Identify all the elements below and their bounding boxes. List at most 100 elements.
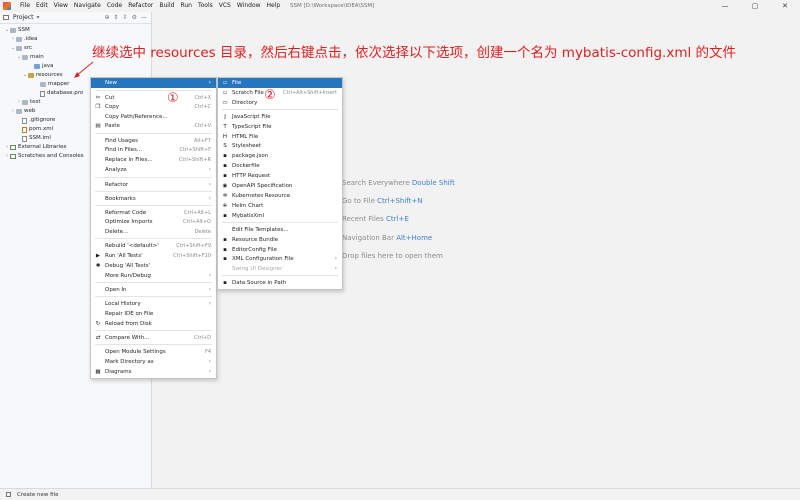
tool-windows-icon[interactable]: [6, 492, 11, 497]
menu-item-typescript-file[interactable]: T TypeScript File: [218, 122, 342, 132]
menu-bar: File Edit View Navigate Code Refactor Build Run…: [0, 0, 800, 12]
menu-build[interactable]: Build: [156, 0, 177, 12]
menu-separator: [95, 296, 212, 297]
menu-item-compare-with[interactable]: ⇄ Compare With... Ctrl+D: [91, 333, 216, 343]
menu-item-edit-file-templates[interactable]: Edit File Templates...: [218, 225, 342, 235]
chevron-down-icon[interactable]: ▾: [37, 14, 40, 21]
menu-help[interactable]: Help: [264, 0, 284, 12]
menu-item-mybatisxml[interactable]: ▪ MybatisXml: [218, 211, 342, 221]
tree-item-web[interactable]: › web: [10, 107, 35, 116]
tree-item-idea[interactable]: › .idea: [10, 35, 38, 44]
locate-icon[interactable]: ⊕: [105, 14, 110, 21]
gear-icon[interactable]: ⚙: [132, 14, 137, 21]
typescript-file-icon: T: [223, 124, 227, 130]
menu-item-replace-in-files[interactable]: Replace in Files... Ctrl+Shift+R: [91, 155, 216, 165]
menu-item-diagrams[interactable]: ▦ Diagrams ›: [91, 367, 216, 377]
maximize-button[interactable]: ▢: [740, 0, 770, 12]
menu-item-resource-bundle[interactable]: ▪ Resource Bundle: [218, 235, 342, 245]
menu-item-mark-directory-as[interactable]: Mark Directory as ›: [91, 357, 216, 367]
menu-item-paste[interactable]: ▤ Paste Ctrl+V: [91, 121, 216, 131]
menu-item-open-in[interactable]: Open In ›: [91, 285, 216, 295]
menu-vcs[interactable]: VCS: [216, 0, 234, 12]
menu-item-delete[interactable]: Delete... Delete: [91, 227, 216, 237]
menu-item-data-source-in-path[interactable]: ▪ Data Source in Path: [218, 278, 342, 288]
tree-item-java[interactable]: java: [28, 62, 54, 71]
tree-item-scratches-and-consoles[interactable]: › Scratches and Consoles: [4, 152, 84, 161]
menu-edit[interactable]: Edit: [33, 0, 51, 12]
menu-item-label: Resource Bundle: [232, 237, 279, 243]
tree-item-resources[interactable]: ⌄ resources: [22, 71, 63, 80]
menu-item-more-run-debug[interactable]: More Run/Debug ›: [91, 271, 216, 281]
menu-item-openapi-specification[interactable]: ◉ OpenAPI Specification: [218, 181, 342, 191]
menu-item-reload-from-disk[interactable]: ↻ Reload from Disk: [91, 319, 216, 329]
menu-item-label: Reload from Disk: [105, 321, 152, 327]
menu-refactor[interactable]: Refactor: [125, 0, 156, 12]
tree-item-ssm-iml[interactable]: SSM.iml: [16, 134, 51, 143]
tree-item-ssm[interactable]: ⌄ SSM: [4, 26, 30, 35]
menu-item-stylesheet[interactable]: S Stylesheet: [218, 141, 342, 151]
editor-hint: Go to File Ctrl+Shift+N: [342, 197, 422, 205]
tree-item-external-libraries[interactable]: › External Libraries: [4, 143, 66, 152]
menu-item-run-all-tests[interactable]: ▶ Run 'All Tests' Ctrl+Shift+F10: [91, 251, 216, 261]
debug-all-tests-icon: ✱: [95, 263, 101, 269]
menu-item-xml-configuration-file[interactable]: ▪ XML Configuration File ›: [218, 254, 342, 264]
menu-code[interactable]: Code: [104, 0, 125, 12]
kubernetes-resource-icon: ✲: [222, 193, 228, 199]
collapse-all-icon[interactable]: ⇳: [123, 14, 128, 21]
menu-item-rebuild-default[interactable]: Rebuild '<default>' Ctrl+Shift+F9: [91, 241, 216, 251]
menu-item-debug-all-tests[interactable]: ✱ Debug 'All Tests': [91, 261, 216, 271]
menu-tools[interactable]: Tools: [195, 0, 216, 12]
folder-icon: [34, 64, 40, 69]
close-button[interactable]: ✕: [770, 0, 800, 12]
menu-item-javascript-file[interactable]: J JavaScript File: [218, 112, 342, 122]
menu-item-analyze[interactable]: Analyze ›: [91, 165, 216, 175]
menu-item-directory[interactable]: ▭ Directory: [218, 98, 342, 108]
menu-separator: [95, 177, 212, 178]
menu-item-http-request[interactable]: ▪ HTTP Request: [218, 171, 342, 181]
library-icon: [10, 154, 16, 159]
menu-item-helm-chart[interactable]: ⎈ Helm Chart: [218, 201, 342, 211]
hide-icon[interactable]: —: [141, 14, 147, 21]
menu-item-optimize-imports[interactable]: Optimize Imports Ctrl+Alt+O: [91, 217, 216, 227]
expand-all-icon[interactable]: ⇕: [114, 14, 119, 21]
tree-item-database-pro[interactable]: database.pro: [34, 89, 83, 98]
tree-item-src[interactable]: ⌄ src: [10, 44, 32, 53]
menu-item-package-json[interactable]: ▪ package.json: [218, 151, 342, 161]
menu-separator: [95, 282, 212, 283]
menu-item-swing-ui-designer: Swing UI Designer ›: [218, 264, 342, 274]
menu-item-label: MybatisXml: [232, 213, 265, 219]
tree-item-label: src: [24, 45, 33, 51]
resource-bundle-icon: ▪: [223, 237, 227, 243]
tree-item-mapper[interactable]: mapper: [34, 80, 69, 89]
folder-icon: [22, 55, 28, 60]
tree-item-label: Scratches and Consoles: [18, 153, 84, 159]
menu-item-kubernetes-resource[interactable]: ✲ Kubernetes Resource: [218, 191, 342, 201]
menu-item-label: Helm Chart: [232, 203, 264, 209]
menu-item-copy[interactable]: ❐ Copy Ctrl+C: [91, 102, 216, 112]
menu-item-scratch-file[interactable]: ▫ Scratch File Ctrl+Alt+Shift+Insert: [218, 88, 342, 98]
tree-item-test[interactable]: › test: [16, 98, 41, 107]
tree-item-gitignore[interactable]: .gitignore: [16, 116, 55, 125]
folder-icon: [16, 37, 22, 42]
menu-item-bookmarks[interactable]: Bookmarks ›: [91, 194, 216, 204]
menu-item-refactor[interactable]: Refactor ›: [91, 180, 216, 190]
menu-file[interactable]: File: [17, 0, 33, 12]
menu-view[interactable]: View: [51, 0, 71, 12]
minimize-button[interactable]: —: [710, 0, 740, 12]
menu-navigate[interactable]: Navigate: [71, 0, 104, 12]
menu-item-file[interactable]: ▫ File: [218, 78, 342, 88]
tree-item-pom-xml[interactable]: pom.xml: [16, 125, 53, 134]
menu-item-label: Bookmarks: [105, 196, 136, 202]
project-view-title[interactable]: Project: [13, 14, 34, 21]
menu-item-new[interactable]: New ›: [91, 78, 216, 88]
menu-separator: [222, 275, 338, 276]
menu-window[interactable]: Window: [234, 0, 264, 12]
menu-item-open-module-settings[interactable]: Open Module Settings F4: [91, 347, 216, 357]
menu-item-local-history[interactable]: Local History ›: [91, 299, 216, 309]
menu-run[interactable]: Run: [177, 0, 195, 12]
menu-item-find-in-files[interactable]: Find in Files... Ctrl+Shift+F: [91, 145, 216, 155]
tree-item-main[interactable]: ⌄ main: [16, 53, 44, 62]
menu-item-dockerfile[interactable]: ▪ Dockerfile: [218, 161, 342, 171]
menu-item-label: Replace in Files...: [105, 157, 153, 163]
menu-item-repair-ide-on-file[interactable]: Repair IDE on File: [91, 309, 216, 319]
